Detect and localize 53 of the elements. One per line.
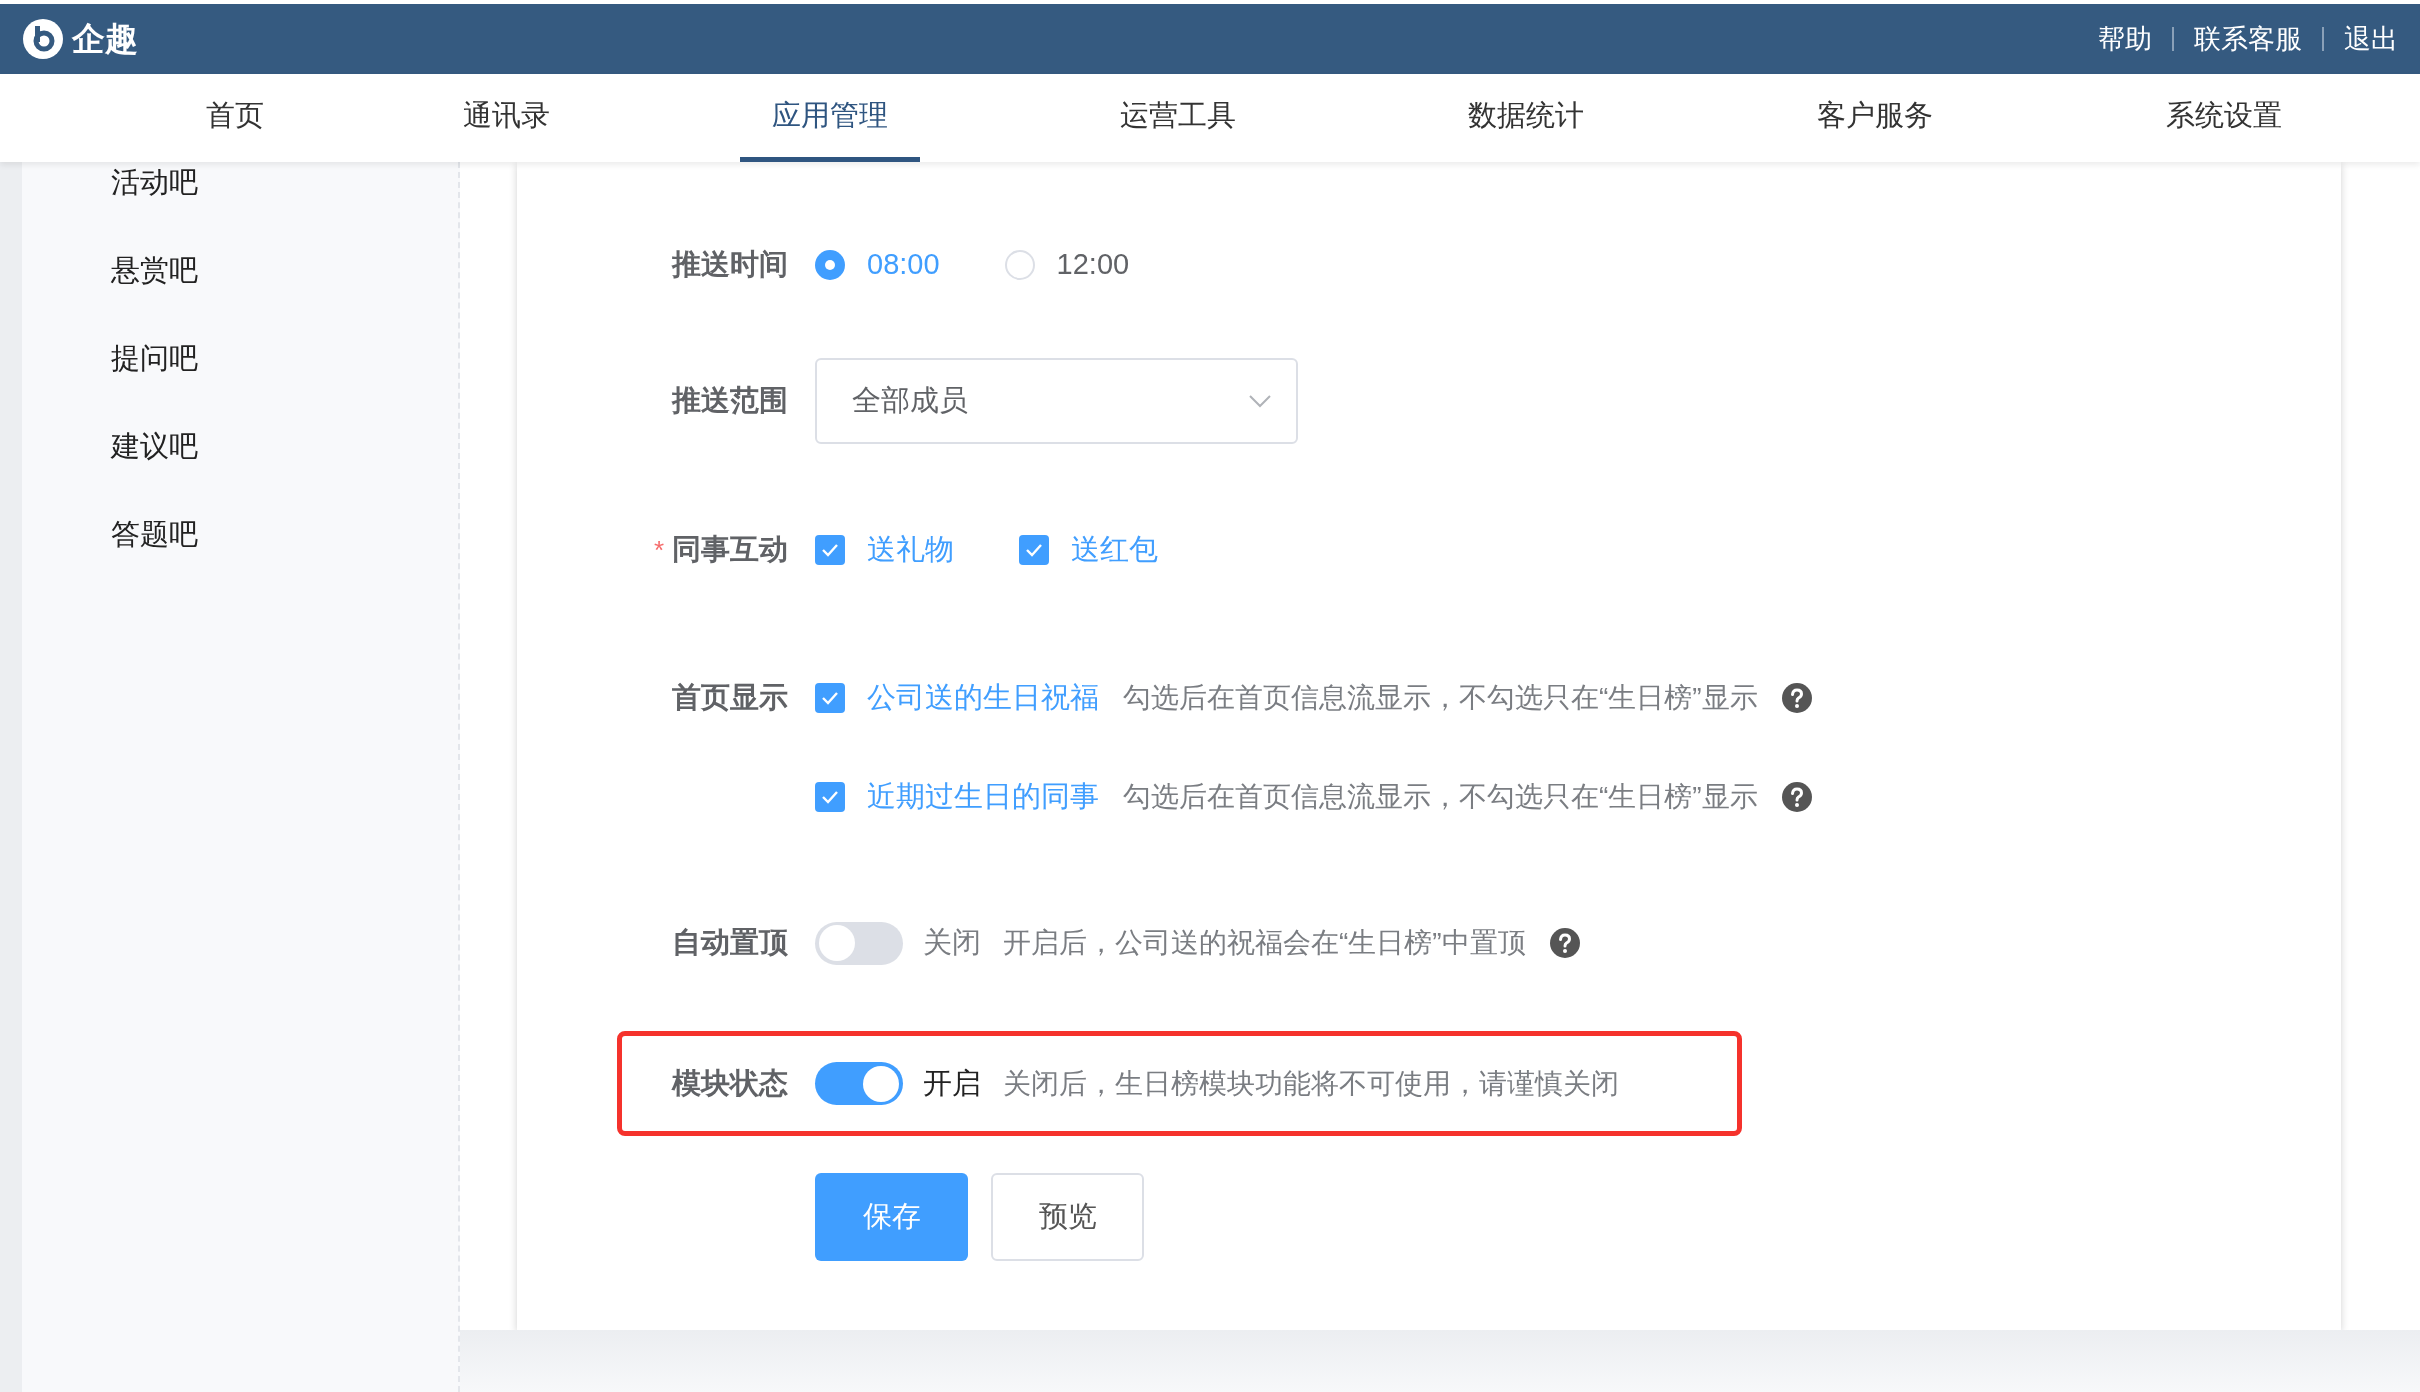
checkmark-icon: [821, 691, 839, 705]
hint-text: 开启后，公司送的祝福会在“生日榜”中置顶: [1003, 926, 1526, 960]
sidebar-item[interactable]: 提问吧: [111, 338, 458, 378]
radio-label[interactable]: 12:00: [1056, 243, 1130, 287]
checkbox-label: 送礼物: [867, 532, 954, 568]
field-label: 推送范围: [672, 383, 788, 419]
nav-tab[interactable]: 数据统计: [1436, 74, 1616, 162]
radio-button[interactable]: [815, 250, 845, 280]
checkbox[interactable]: [1019, 535, 1049, 565]
checkbox-label: 公司送的生日祝福: [867, 680, 1099, 716]
checkbox-label: 近期过生日的同事: [867, 779, 1099, 815]
checkmark-icon: [821, 543, 839, 557]
toggle-state: 关闭: [923, 925, 981, 961]
sidebar-item[interactable]: 活动吧: [111, 162, 458, 202]
help-icon[interactable]: [1781, 683, 1812, 713]
toggle-switch[interactable]: [815, 921, 903, 965]
field-label: 首页显示: [672, 680, 788, 716]
logo-icon: [22, 18, 64, 60]
nav-tab[interactable]: 系统设置: [2134, 74, 2314, 162]
header-link[interactable]: 帮助: [2098, 18, 2152, 60]
field-label: 推送时间: [672, 247, 788, 283]
checkmark-icon: [821, 790, 839, 804]
checkbox[interactable]: [815, 782, 845, 812]
field-label: 同事互动: [672, 532, 788, 568]
nav-tab[interactable]: 客户服务: [1785, 74, 1965, 162]
required-mark: *: [653, 533, 664, 567]
logo-text: 企趣: [72, 19, 138, 60]
radio-button[interactable]: [1004, 250, 1035, 280]
checkbox[interactable]: [815, 683, 845, 713]
checkbox-label: 送红包: [1071, 532, 1158, 568]
nav-tab[interactable]: 首页: [145, 74, 325, 162]
field-label: 模块状态: [672, 1065, 788, 1101]
field-label: 自动置顶: [672, 925, 788, 961]
hint-text: 关闭后，生日榜模块功能将不可使用，请谨慎关闭: [1003, 1066, 1619, 1101]
preview-button[interactable]: 预览: [991, 1173, 1144, 1261]
help-icon[interactable]: [1549, 928, 1580, 958]
toggle-state: 开启: [923, 1065, 981, 1101]
help-icon[interactable]: [1781, 782, 1812, 812]
header-link[interactable]: 退出: [2344, 18, 2398, 60]
hint-text: 勾选后在首页信息流显示，不勾选只在“生日榜”显示: [1123, 780, 1758, 814]
sidebar-item[interactable]: 答题吧: [111, 514, 458, 554]
nav-tab[interactable]: 运营工具: [1088, 74, 1268, 162]
select-value: 全部成员: [852, 383, 968, 419]
header-link[interactable]: 联系客服: [2194, 18, 2302, 60]
sidebar-item[interactable]: 悬赏吧: [111, 250, 458, 290]
hint-text: 勾选后在首页信息流显示，不勾选只在“生日榜”显示: [1123, 681, 1758, 715]
checkbox[interactable]: [815, 535, 845, 565]
select-field[interactable]: 全部成员: [815, 358, 1298, 444]
sidebar-item[interactable]: 建议吧: [111, 426, 458, 466]
nav-tab[interactable]: 通讯录: [416, 74, 596, 162]
chevron-icon: [1248, 394, 1272, 408]
toggle-switch[interactable]: [815, 1062, 903, 1105]
checkmark-icon: [1025, 543, 1043, 557]
